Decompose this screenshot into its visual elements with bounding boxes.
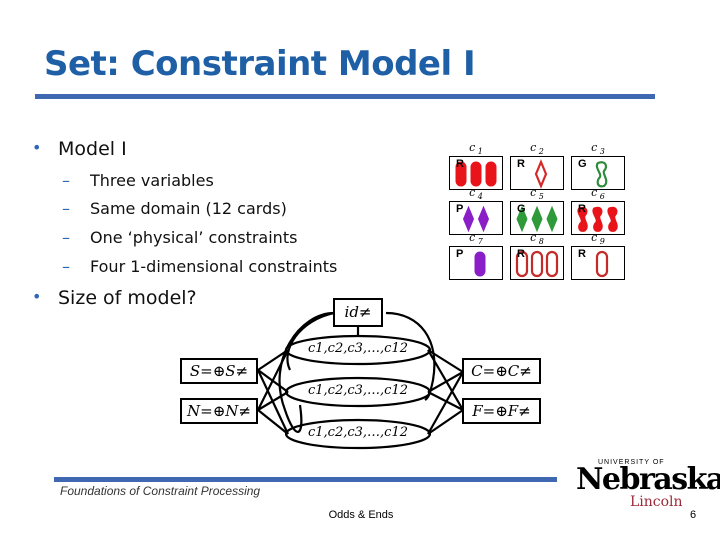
node-fill-constraint: F=⊕F≠ bbox=[462, 398, 541, 424]
logo-lincoln-text: Lincoln bbox=[630, 494, 683, 510]
node-id: id≠ bbox=[333, 298, 383, 327]
node-number-constraint: N=⊕N≠ bbox=[180, 398, 258, 424]
logo-nebraska-text: Nebraska bbox=[576, 462, 720, 497]
footer-bar bbox=[54, 477, 557, 482]
node-shape-constraint: S=⊕S≠ bbox=[180, 358, 258, 384]
edge-id-left bbox=[278, 311, 335, 433]
variable-label-3: c1,c2,c3,…,c12 bbox=[307, 425, 408, 440]
footer-course: Foundations of Constraint Processing bbox=[60, 484, 261, 498]
footer-section: Odds & Ends bbox=[328, 509, 394, 521]
page-number: 6 bbox=[690, 509, 697, 521]
variable-label-2: c1,c2,c3,…,c12 bbox=[307, 383, 408, 398]
edge bbox=[427, 409, 464, 435]
node-color-constraint: C=⊕C≠ bbox=[462, 358, 541, 384]
variable-label-1: c1,c2,c3,…,c12 bbox=[307, 341, 408, 356]
